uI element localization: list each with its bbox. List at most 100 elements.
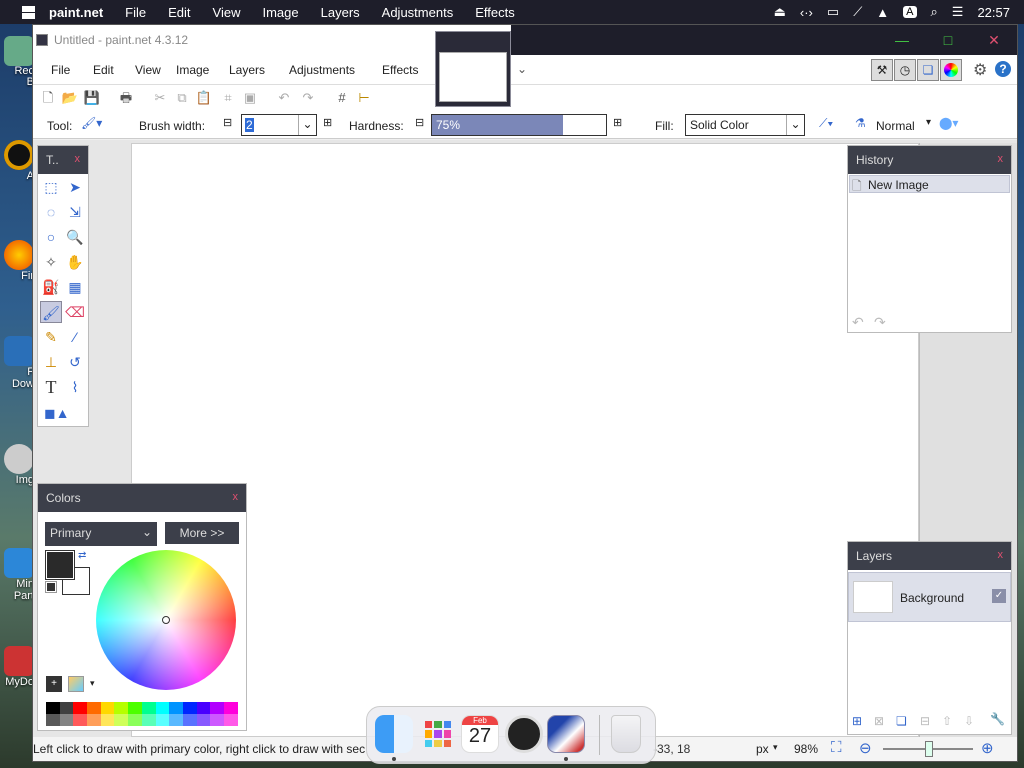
eject-icon[interactable]: ⏏ xyxy=(774,4,786,20)
finder-icon[interactable] xyxy=(375,715,413,753)
palette-swatch[interactable] xyxy=(141,702,156,714)
color-wheel[interactable] xyxy=(96,550,236,690)
palette-swatch[interactable] xyxy=(182,702,197,714)
search-icon[interactable]: ⌕ xyxy=(931,4,938,20)
desktop-icon-mydocs[interactable]: MyDo xyxy=(0,646,34,708)
os-menu-edit[interactable]: Edit xyxy=(168,5,190,20)
rectangle-select-icon[interactable]: ⬚ xyxy=(40,176,62,198)
cut-icon[interactable]: ✂ xyxy=(151,89,169,107)
ruler-icon[interactable]: ⊢ xyxy=(355,89,373,107)
recolor-icon[interactable]: ↺ xyxy=(64,351,86,373)
line-curve-icon[interactable]: ⌇ xyxy=(64,376,86,398)
os-menu-file[interactable]: File xyxy=(125,5,146,20)
brush-width-decrease-icon[interactable]: ⊟ xyxy=(223,116,232,129)
merge-layer-icon[interactable]: ⊟ xyxy=(920,714,930,728)
zoom-level[interactable]: 98% xyxy=(794,742,818,756)
help-icon[interactable]: ? xyxy=(995,61,1011,77)
print-icon[interactable]: 🖶 xyxy=(117,89,135,107)
zoom-slider-thumb[interactable] xyxy=(925,741,933,757)
units-select[interactable]: px xyxy=(756,742,769,756)
display-icon[interactable]: ▭ xyxy=(827,4,839,20)
crop-icon[interactable]: ⌗ xyxy=(219,89,237,107)
magic-wand-icon[interactable]: ✧ xyxy=(40,251,62,273)
open-folder-icon[interactable]: 📂 xyxy=(61,89,79,107)
swap-colors-icon[interactable]: ⇄ xyxy=(78,550,86,561)
text-tool-icon[interactable]: T xyxy=(40,376,62,398)
trash-icon[interactable] xyxy=(611,715,641,753)
paintnet-dock-icon[interactable] xyxy=(547,715,585,753)
menu-effects[interactable]: Effects xyxy=(382,63,418,77)
new-file-icon[interactable]: 🗋 xyxy=(39,89,57,107)
windows-start-icon[interactable] xyxy=(22,5,35,19)
redo-icon[interactable]: ↷ xyxy=(299,89,317,107)
zoom-to-window-icon[interactable]: ⛶ xyxy=(831,739,842,756)
move-layer-up-icon[interactable]: ⇧ xyxy=(942,714,952,728)
palette-swatch[interactable] xyxy=(223,714,238,726)
palette-swatch[interactable] xyxy=(59,702,74,714)
calendar-icon[interactable]: Feb 27 xyxy=(461,715,499,753)
chevron-down-icon[interactable]: ⌄ xyxy=(517,62,527,76)
launchpad-icon[interactable] xyxy=(419,715,457,753)
history-panel-close[interactable]: x xyxy=(998,153,1004,165)
paint-bucket-icon[interactable]: ⛽ xyxy=(40,276,62,298)
clock-icon[interactable] xyxy=(505,715,543,753)
palette-swatch[interactable] xyxy=(210,702,224,714)
colors-window-toggle-icon[interactable] xyxy=(940,59,962,81)
desktop-icon-minipart[interactable]: Min Part xyxy=(0,548,34,610)
palette-swatch[interactable] xyxy=(141,714,156,726)
move-selected-icon[interactable]: ➤ xyxy=(64,176,86,198)
reset-colors-icon[interactable] xyxy=(45,581,57,593)
menu-view[interactable]: View xyxy=(135,63,161,77)
chevron-down-icon[interactable]: ▾ xyxy=(90,678,95,689)
palette-swatch[interactable] xyxy=(73,702,88,714)
lasso-select-icon[interactable]: ◌ xyxy=(40,201,62,223)
layers-panel-close[interactable]: x xyxy=(998,549,1004,561)
palette-swatch[interactable] xyxy=(114,702,129,714)
menu-file[interactable]: File xyxy=(51,63,70,77)
os-menu-layers[interactable]: Layers xyxy=(321,5,360,20)
blend-mode-value[interactable]: Normal xyxy=(876,119,915,133)
deselect-icon[interactable]: ▣ xyxy=(241,89,259,107)
eraser-icon[interactable]: ⌫ xyxy=(64,301,86,323)
tools-window-toggle-icon[interactable]: ⚒ xyxy=(871,59,893,81)
primary-color-swatch[interactable] xyxy=(45,550,75,580)
chevron-down-icon[interactable]: ▾ xyxy=(773,742,778,753)
pan-hand-icon[interactable]: ✋ xyxy=(64,251,86,273)
tools-panel-close[interactable]: x xyxy=(75,153,81,165)
more-colors-button[interactable]: More >> xyxy=(165,522,239,544)
hardness-slider[interactable]: 75% xyxy=(431,114,607,136)
desktop-icon-a[interactable]: A xyxy=(0,140,34,202)
os-menu-image[interactable]: Image xyxy=(262,5,298,20)
shapes-icon[interactable]: ◼▲ xyxy=(44,402,69,424)
palette-swatch[interactable] xyxy=(196,714,211,726)
palette-swatch[interactable] xyxy=(223,702,238,714)
menu-edit[interactable]: Edit xyxy=(93,63,114,77)
chevron-down-icon[interactable]: ⌄ xyxy=(298,115,316,135)
palette-swatch[interactable] xyxy=(210,714,224,726)
palette-swatch[interactable] xyxy=(182,714,197,726)
color-mode-select[interactable]: Primary ⌄ xyxy=(45,522,157,546)
desktop-icon-img[interactable]: Img xyxy=(0,444,34,506)
delete-layer-icon[interactable]: ⊠ xyxy=(874,714,884,728)
os-menu-effects[interactable]: Effects xyxy=(475,5,515,20)
undo-icon[interactable]: ↶ xyxy=(852,314,864,331)
palette-swatch[interactable] xyxy=(128,714,142,726)
grid-icon[interactable]: # xyxy=(333,89,351,107)
palette-swatch[interactable] xyxy=(87,702,101,714)
hardness-increase-icon[interactable]: ⊞ xyxy=(613,116,622,129)
blend-mode-icon[interactable]: ⚗ xyxy=(855,116,866,130)
palette-swatch[interactable] xyxy=(87,714,101,726)
antialiasing-icon[interactable]: ⟋▾ xyxy=(819,116,833,131)
zoom-out-icon[interactable]: ⊖ xyxy=(859,739,872,757)
zoom-icon[interactable]: 🔍 xyxy=(64,226,86,248)
copy-icon[interactable]: ⧉ xyxy=(173,89,191,107)
paste-icon[interactable]: 📋 xyxy=(195,89,213,107)
palette-swatch[interactable] xyxy=(155,702,170,714)
layer-row[interactable]: Background ✓ xyxy=(848,572,1011,622)
paintbrush-tool-icon[interactable]: 🖌▾ xyxy=(81,116,102,130)
desktop-icon-firefox[interactable]: Fir xyxy=(0,240,34,302)
save-icon[interactable]: 💾 xyxy=(83,89,101,107)
settings-gear-icon[interactable]: ⚙ xyxy=(973,60,987,80)
gradient-icon[interactable]: ▦ xyxy=(64,276,86,298)
colors-panel-close[interactable]: x xyxy=(233,491,239,503)
